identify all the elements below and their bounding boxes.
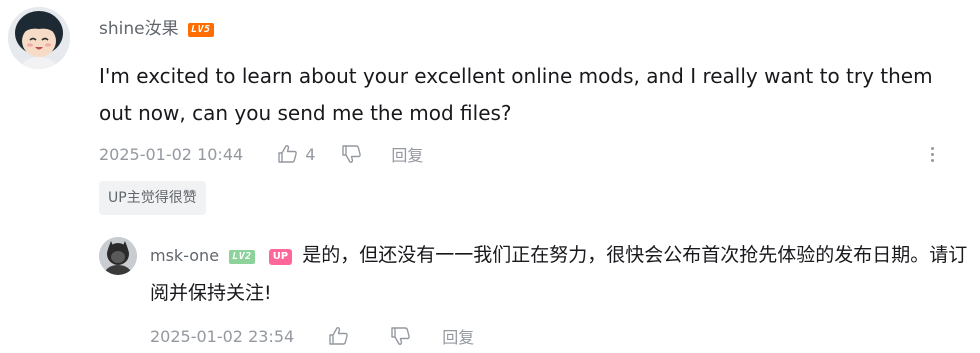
comment-time: 2025-01-02 10:44 xyxy=(99,144,244,164)
reply-actions: 2025-01-02 23:54 回复 xyxy=(150,324,474,348)
username[interactable]: shine汝果 xyxy=(99,19,179,39)
thumbs-up-icon xyxy=(329,327,348,345)
reply-avatar[interactable] xyxy=(99,237,137,275)
dislike-button[interactable] xyxy=(390,326,412,346)
avatar-image xyxy=(8,7,70,69)
avatar[interactable] xyxy=(8,7,70,69)
comment-actions: 2025-01-02 10:44 4 回复 xyxy=(99,142,423,166)
reply-button[interactable]: 回复 xyxy=(391,142,423,166)
thumbs-up-icon xyxy=(278,145,297,163)
level-badge: LV2 xyxy=(229,250,255,264)
like-button[interactable] xyxy=(328,326,356,346)
reply-time: 2025-01-02 23:54 xyxy=(150,326,295,346)
thumbs-down-icon xyxy=(391,327,410,345)
like-button[interactable]: 4 xyxy=(277,144,315,164)
avatar-image xyxy=(99,237,137,275)
reply-username[interactable]: msk-one xyxy=(150,246,219,265)
comment-header: shine汝果 LV5 xyxy=(99,19,214,39)
reply-button[interactable]: 回复 xyxy=(442,324,474,348)
up-liked-tag: UP主觉得很赞 xyxy=(99,181,206,215)
like-count: 4 xyxy=(305,144,316,164)
more-vertical-icon[interactable] xyxy=(922,142,942,166)
dislike-button[interactable] xyxy=(341,144,363,164)
thumbs-down-icon xyxy=(342,145,362,163)
reply-body: msk-one LV2 UP 是的，但还没有一一我们正在努力，很快会公布首次抢先… xyxy=(150,236,975,312)
up-badge: UP xyxy=(268,249,293,265)
comment-text: I'm excited to learn about your excellen… xyxy=(99,64,933,125)
level-badge: LV5 xyxy=(188,23,214,37)
